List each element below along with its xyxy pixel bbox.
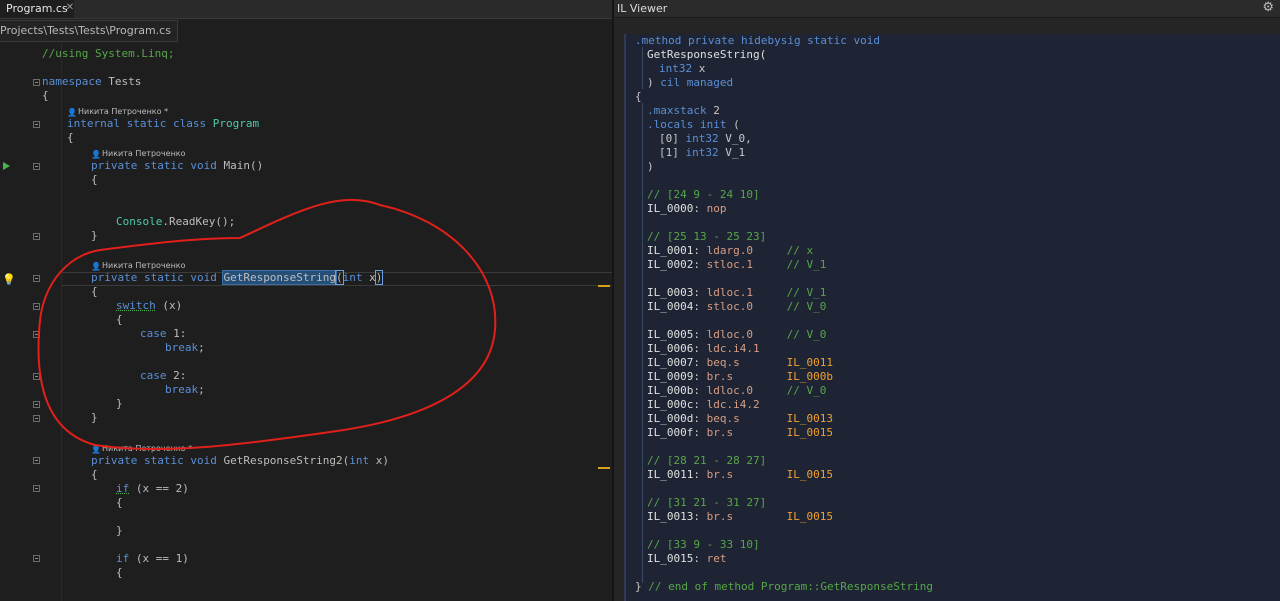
il-instruction[interactable]: IL_0009: br.s IL_000b	[647, 370, 833, 384]
il-instruction[interactable]: IL_0011: br.s IL_0015	[647, 468, 833, 482]
indent-guide	[642, 47, 643, 89]
fold-grs2-icon[interactable]	[33, 457, 40, 464]
gear-icon[interactable]: ⚙	[1262, 0, 1274, 16]
il-instruction[interactable]: IL_0007: beq.s IL_0011	[647, 356, 833, 370]
fold-class-icon[interactable]	[33, 121, 40, 128]
code-line[interactable]: private static void Main()	[91, 159, 263, 173]
il-comment[interactable]: // [24 9 - 24 10]	[647, 188, 760, 202]
il-comment[interactable]: // [31 21 - 31 27]	[647, 496, 766, 510]
il-comment[interactable]: // [33 9 - 33 10]	[647, 538, 760, 552]
code-line[interactable]: {	[91, 285, 98, 299]
code-line[interactable]: }	[116, 524, 123, 538]
il-instruction[interactable]: IL_000b: ldloc.0// V_0	[647, 384, 826, 398]
il-viewer-title: IL Viewer	[617, 2, 668, 15]
il-instruction[interactable]: IL_0003: ldloc.1// V_1	[647, 286, 826, 300]
code-line[interactable]: switch (x)	[116, 299, 182, 313]
tab-label: Program.cs	[6, 2, 68, 15]
il-instruction[interactable]: IL_0013: br.s IL_0015	[647, 510, 833, 524]
file-path-breadcrumb: Projects\Tests\Tests\Program.cs	[0, 20, 178, 42]
code-line[interactable]: case 2:	[140, 369, 186, 383]
code-author-annotation[interactable]: 👤Никита Петроченко *	[67, 106, 168, 117]
fold-case1-icon[interactable]	[33, 331, 40, 338]
code-line[interactable]: {	[91, 468, 98, 482]
code-editor[interactable]: Program.cs ✕ Projects\Tests\Tests\Progra…	[0, 0, 612, 601]
il-line[interactable]: GetResponseString(	[647, 48, 766, 62]
il-code-border	[624, 34, 626, 601]
il-instruction[interactable]: IL_0004: stloc.0// V_0	[647, 300, 826, 314]
code-line[interactable]: {	[116, 496, 123, 510]
code-author-annotation[interactable]: 👤Никита Петроченко	[91, 148, 186, 159]
tab-close-icon[interactable]: ✕	[64, 2, 76, 14]
code-line[interactable]: private static void GetResponseString2(i…	[91, 454, 389, 468]
code-line[interactable]: {	[42, 89, 49, 103]
il-comment[interactable]: // [28 21 - 28 27]	[647, 454, 766, 468]
scrollbar-marker[interactable]	[598, 467, 610, 469]
run-icon[interactable]	[3, 162, 10, 170]
il-viewer-header: IL Viewer ⚙	[614, 0, 1280, 18]
code-line[interactable]: {	[116, 566, 123, 580]
il-instruction[interactable]: IL_000f: br.s IL_0015	[647, 426, 833, 440]
code-line[interactable]: internal static class Program	[67, 117, 259, 131]
il-instruction[interactable]: IL_0005: ldloc.0// V_0	[647, 328, 826, 342]
indent-guide	[642, 103, 643, 583]
fold-grs-icon[interactable]	[33, 275, 40, 282]
il-line[interactable]: {	[635, 90, 642, 104]
fold-main-end-icon[interactable]	[33, 233, 40, 240]
il-instruction[interactable]: IL_000c: ldc.i4.2	[647, 398, 760, 412]
code-line-current[interactable]: private static void GetResponseString(in…	[91, 270, 384, 285]
il-instruction[interactable]: IL_0002: stloc.1// V_1	[647, 258, 826, 272]
il-instruction[interactable]: IL_0015: ret	[647, 552, 726, 566]
il-instruction[interactable]: IL_0001: ldarg.0// x	[647, 244, 813, 258]
il-line[interactable]: int32 x	[659, 62, 705, 76]
code-line[interactable]: if (x == 1)	[116, 552, 189, 566]
il-line[interactable]: .locals init (	[647, 118, 740, 132]
il-line[interactable]: [0] int32 V_0,	[659, 132, 752, 146]
il-instruction[interactable]: IL_000d: beq.s IL_0013	[647, 412, 833, 426]
code-line[interactable]: {	[67, 131, 74, 145]
fold-if2-icon[interactable]	[33, 555, 40, 562]
code-line[interactable]: }	[91, 411, 98, 425]
gutter-separator	[61, 40, 62, 601]
code-line[interactable]: {	[91, 173, 98, 187]
code-line[interactable]: case 1:	[140, 327, 186, 341]
code-line[interactable]: Console.ReadKey();	[116, 215, 235, 229]
il-viewer-panel: IL Viewer ⚙ .method private hidebysig st…	[614, 0, 1280, 601]
il-line[interactable]: .method private hidebysig static void	[635, 34, 880, 48]
lightbulb-icon[interactable]: 💡	[2, 273, 16, 286]
code-author-annotation[interactable]: 👤Никита Петроченко *	[91, 443, 192, 454]
fold-namespace-icon[interactable]	[33, 79, 40, 86]
il-comment[interactable]: // [25 13 - 25 23]	[647, 230, 766, 244]
fold-case2-icon[interactable]	[33, 373, 40, 380]
fold-switch-icon[interactable]	[33, 303, 40, 310]
code-author-annotation[interactable]: 👤Никита Петроченко	[91, 260, 186, 271]
fold-if1-icon[interactable]	[33, 485, 40, 492]
code-line[interactable]: //using System.Linq;	[42, 47, 174, 61]
il-instruction[interactable]: IL_0000: nop	[647, 202, 726, 216]
scrollbar-marker[interactable]	[598, 285, 610, 287]
code-line[interactable]: {	[116, 313, 123, 327]
il-line[interactable]: .maxstack 2	[647, 104, 720, 118]
il-line[interactable]: )	[647, 160, 654, 174]
il-line[interactable]: ) cil managed	[647, 76, 733, 90]
code-line[interactable]: }	[91, 229, 98, 243]
tab-program-cs[interactable]: Program.cs	[0, 0, 74, 18]
code-line[interactable]: if (x == 2)	[116, 482, 189, 496]
il-line[interactable]: [1] int32 V_1	[659, 146, 745, 160]
il-instruction[interactable]: IL_0006: ldc.i4.1	[647, 342, 760, 356]
code-line[interactable]: break;	[165, 383, 205, 397]
code-line[interactable]: break;	[165, 341, 205, 355]
code-line[interactable]: namespace Tests	[42, 75, 141, 89]
code-line[interactable]: }	[116, 397, 123, 411]
fold-grs-end-icon[interactable]	[33, 415, 40, 422]
fold-main-icon[interactable]	[33, 163, 40, 170]
il-line[interactable]: } // end of method Program::GetResponseS…	[635, 580, 933, 594]
editor-tab-bar: Program.cs ✕	[0, 0, 612, 19]
fold-switch-end-icon[interactable]	[33, 401, 40, 408]
